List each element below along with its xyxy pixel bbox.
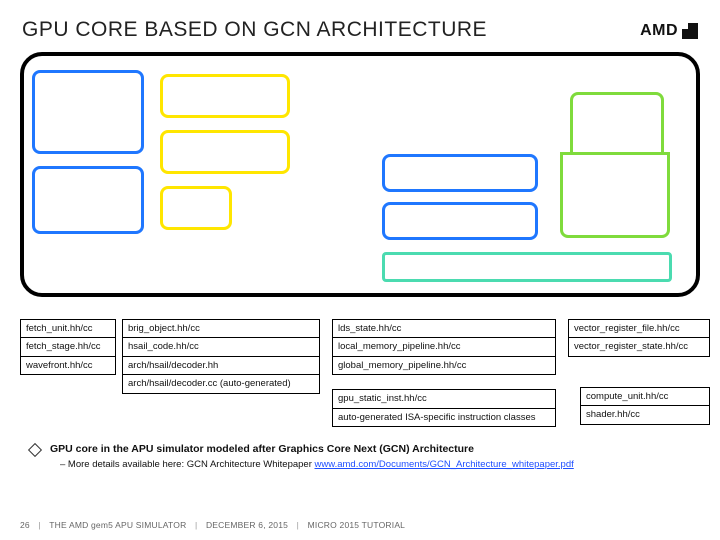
block-vrf xyxy=(560,152,670,238)
file-cell: fetch_unit.hh/cc xyxy=(20,319,116,338)
file-cell: lds_state.hh/cc xyxy=(332,319,556,338)
footer-mid: DECEMBER 6, 2015 xyxy=(206,520,288,530)
footer-sep: | xyxy=(38,520,40,530)
note-title-text: GPU core in the APU simulator modeled af… xyxy=(50,442,474,458)
file-col-vrf: vector_register_file.hh/cc vector_regist… xyxy=(568,320,710,357)
bullet-diamond-icon xyxy=(28,443,42,457)
file-cell: arch/hsail/decoder.hh xyxy=(122,356,320,375)
gpu-core-diagram xyxy=(20,52,700,297)
footer-right: MICRO 2015 TUTORIAL xyxy=(308,520,406,530)
whitepaper-link[interactable]: www.amd.com/Documents/GCN_Architecture_w… xyxy=(315,459,574,470)
slide-footer: 26 | THE AMD gem5 APU SIMULATOR | DECEMB… xyxy=(20,520,405,530)
note-title-row: GPU core in the APU simulator modeled af… xyxy=(30,442,574,458)
block-mem-pipe-1 xyxy=(382,154,538,192)
note-sub-row: ‒ More details available here: GCN Archi… xyxy=(60,458,574,472)
note-sub-text: ‒ More details available here: GCN Archi… xyxy=(60,459,315,470)
file-cell: compute_unit.hh/cc xyxy=(580,387,710,406)
page-title: GPU CORE BASED ON GCN ARCHITECTURE xyxy=(22,18,487,42)
block-decode-1 xyxy=(160,74,290,118)
footer-sep: | xyxy=(195,520,197,530)
file-col-mem: lds_state.hh/cc local_memory_pipeline.hh… xyxy=(332,320,556,427)
file-cell: brig_object.hh/cc xyxy=(122,319,320,338)
file-cell: hsail_code.hh/cc xyxy=(122,337,320,356)
amd-logo-text: AMD xyxy=(640,22,678,40)
file-col-fetch: fetch_unit.hh/cc fetch_stage.hh/cc wavef… xyxy=(20,320,116,375)
block-decode-3 xyxy=(160,186,232,230)
notes: GPU core in the APU simulator modeled af… xyxy=(30,442,574,472)
file-cell: shader.hh/cc xyxy=(580,405,710,424)
block-vrf-top xyxy=(570,92,664,152)
file-col-decode: brig_object.hh/cc hsail_code.hh/cc arch/… xyxy=(122,320,320,394)
block-mem-pipe-2 xyxy=(382,202,538,240)
file-cell: auto-generated ISA-specific instruction … xyxy=(332,408,556,427)
block-fetch xyxy=(32,70,144,154)
footer-sep: | xyxy=(297,520,299,530)
footer-left: THE AMD gem5 APU SIMULATOR xyxy=(49,520,186,530)
footer-page: 26 xyxy=(20,520,30,530)
file-cell: global_memory_pipeline.hh/cc xyxy=(332,356,556,375)
block-decode-2 xyxy=(160,130,290,174)
amd-logo-icon xyxy=(682,23,698,39)
file-cell: vector_register_file.hh/cc xyxy=(568,319,710,338)
file-col-cu: compute_unit.hh/cc shader.hh/cc xyxy=(580,388,710,425)
file-cell: gpu_static_inst.hh/cc xyxy=(332,389,556,408)
file-cell: vector_register_state.hh/cc xyxy=(568,337,710,356)
block-wavefront xyxy=(32,166,144,234)
file-cell: local_memory_pipeline.hh/cc xyxy=(332,337,556,356)
file-cell: arch/hsail/decoder.cc (auto-generated) xyxy=(122,374,320,393)
block-compute-unit xyxy=(382,252,672,282)
file-cell: fetch_stage.hh/cc xyxy=(20,337,116,356)
amd-logo: AMD xyxy=(640,22,698,40)
file-cell: wavefront.hh/cc xyxy=(20,356,116,375)
